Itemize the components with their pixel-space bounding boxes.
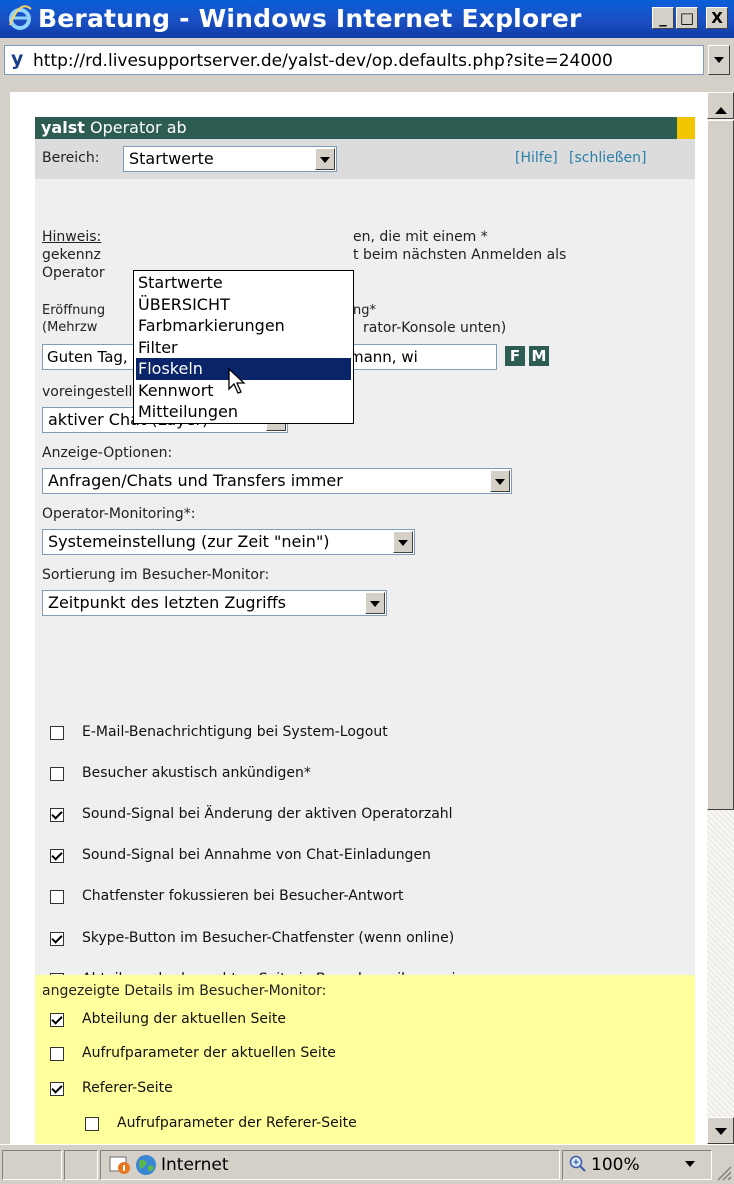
url-field[interactable]: y http://rd.livesupportserver.de/yalst-d…: [4, 45, 704, 75]
option-checkbox[interactable]: [50, 767, 64, 781]
option-checkbox-label: Chatfenster fokussieren bei Besucher-Ant…: [82, 888, 404, 904]
minimize-button[interactable]: _: [652, 7, 674, 29]
detail-checkbox-label: Referer-Seite: [82, 1080, 173, 1096]
monitoring-label: Operator-Monitoring*:: [42, 506, 196, 522]
scroll-up-button[interactable]: [707, 92, 734, 119]
scroll-down-button[interactable]: [707, 1117, 734, 1144]
header-accent: [677, 117, 695, 139]
chevron-down-icon[interactable]: [315, 148, 335, 170]
greeting-sublabel: (Mehrzw: [42, 320, 98, 335]
mitteilungen-button[interactable]: M: [529, 346, 549, 366]
area-dropdown-option[interactable]: Farbmarkierungen: [136, 315, 351, 337]
greeting-sublabel-tail: rator-Konsole unten): [363, 320, 507, 336]
notice-label: Hinweis:: [42, 229, 102, 245]
zoom-pane[interactable]: 100%: [562, 1150, 712, 1180]
close-window-button[interactable]: X: [706, 7, 728, 29]
notice-line1: en, die mit einem *: [353, 229, 488, 245]
area-dropdown-option[interactable]: Filter: [136, 337, 351, 359]
area-dropdown-option[interactable]: Mitteilungen: [136, 401, 351, 423]
window-title: Beratung - Windows Internet Explorer: [38, 4, 582, 33]
chevron-down-icon[interactable]: [393, 531, 413, 553]
area-select-value: Startwerte: [129, 149, 214, 168]
option-checkbox[interactable]: [50, 808, 64, 822]
option-checkbox[interactable]: [50, 890, 64, 904]
option-checkbox[interactable]: [50, 932, 64, 946]
resize-grip-icon[interactable]: [714, 1163, 732, 1181]
monitoring-value: Systemeinstellung (zur Zeit "nein"): [48, 532, 330, 551]
option-checkbox-label: Sound-Signal bei Änderung der aktiven Op…: [82, 806, 453, 822]
status-bar: Internet 100%: [0, 1144, 734, 1184]
greeting-label: Eröffnung: [42, 303, 106, 318]
greeting-label-tail: ng*: [353, 303, 376, 318]
area-select[interactable]: Startwerte: [123, 146, 337, 172]
vertical-scrollbar[interactable]: [707, 92, 734, 1144]
site-favicon: y: [11, 48, 24, 70]
area-row: Bereich: Startwerte [Hilfe] [schließen]: [35, 139, 695, 179]
status-pane: [2, 1150, 62, 1180]
notice-line2-tail: t beim nächsten Anmelden als: [353, 247, 567, 263]
detail-checkbox-label: Aufrufparameter der aktuellen Seite: [82, 1045, 336, 1061]
option-checkbox-label: E-Mail-Benachrichtigung bei System-Logou…: [82, 724, 388, 740]
option-checkbox[interactable]: [50, 849, 64, 863]
details-heading: angezeigte Details im Besucher-Monitor:: [42, 983, 327, 999]
zoom-dropdown-icon[interactable]: [685, 1161, 695, 1172]
monitoring-select[interactable]: Systemeinstellung (zur Zeit "nein"): [42, 529, 415, 555]
zoom-level[interactable]: 100%: [591, 1155, 640, 1175]
internet-explorer-icon: [9, 5, 32, 30]
detail-checkbox[interactable]: [85, 1117, 99, 1131]
area-dropdown-option[interactable]: Startwerte: [136, 272, 351, 294]
area-label: Bereich:: [42, 150, 100, 166]
area-dropdown-list[interactable]: Startwerte ÜBERSICHT Farbmarkierungen Filte…: [133, 270, 354, 424]
zoom-icon: [569, 1155, 586, 1172]
display-options-select[interactable]: Anfragen/Chats und Transfers immer: [42, 468, 512, 494]
detail-checkbox-label: Aufrufparameter der Referer-Seite: [117, 1115, 357, 1131]
chevron-down-icon[interactable]: [365, 592, 385, 614]
chevron-down-icon[interactable]: [490, 470, 510, 492]
url-text[interactable]: http://rd.livesupportserver.de/yalst-dev…: [33, 51, 693, 71]
notice-line2-head: gekennz: [42, 247, 101, 263]
zone-pane: Internet: [100, 1150, 560, 1180]
sort-value: Zeitpunkt des letzten Zugriffs: [48, 593, 286, 612]
close-link[interactable]: [schließen]: [569, 150, 647, 166]
floskeln-button[interactable]: F: [505, 346, 525, 366]
status-pane-2: [64, 1150, 98, 1180]
globe-icon: [136, 1155, 156, 1175]
sort-select[interactable]: Zeitpunkt des letzten Zugriffs: [42, 590, 387, 616]
mouse-pointer-icon: [228, 368, 246, 394]
scroll-thumb[interactable]: [707, 120, 734, 810]
detail-checkbox[interactable]: [50, 1082, 64, 1096]
window-titlebar: Beratung - Windows Internet Explorer _ □…: [0, 0, 734, 38]
sort-label: Sortierung im Besucher-Monitor:: [42, 567, 270, 583]
zone-label: Internet: [161, 1155, 229, 1175]
notice-line3: Operator: [42, 265, 105, 281]
maximize-button[interactable]: □: [676, 7, 698, 29]
option-checkbox-label: Sound-Signal bei Annahme von Chat-Einlad…: [82, 847, 431, 863]
detail-checkbox[interactable]: [50, 1013, 64, 1027]
detail-checkbox-label: Abteilung der aktuellen Seite: [82, 1011, 287, 1027]
detail-checkbox[interactable]: [50, 1047, 64, 1061]
option-checkbox-label: Besucher akustisch ankündigen*: [82, 765, 311, 781]
address-bar: y http://rd.livesupportserver.de/yalst-d…: [0, 38, 734, 92]
panel-header: yalst Operator ab: [35, 117, 677, 139]
page-content: yalst Operator ab Bereich: Startwerte [H…: [10, 92, 707, 1144]
area-dropdown-option[interactable]: ÜBERSICHT: [136, 294, 351, 316]
window-left-frame: [0, 92, 10, 1144]
brand-name: yalst: [41, 118, 85, 137]
help-link[interactable]: [Hilfe]: [515, 150, 558, 166]
details-section: angezeigte Details im Besucher-Monitor: …: [35, 975, 695, 1144]
option-checkbox-label: Skype-Button im Besucher-Chatfenster (we…: [82, 930, 455, 946]
display-options-value: Anfragen/Chats und Transfers immer: [48, 471, 343, 490]
security-icon: [109, 1156, 130, 1174]
display-options-label: Anzeige-Optionen:: [42, 445, 173, 461]
option-checkbox[interactable]: [50, 726, 64, 740]
url-history-dropdown[interactable]: [708, 45, 730, 75]
panel-title: Operator ab: [89, 118, 187, 137]
